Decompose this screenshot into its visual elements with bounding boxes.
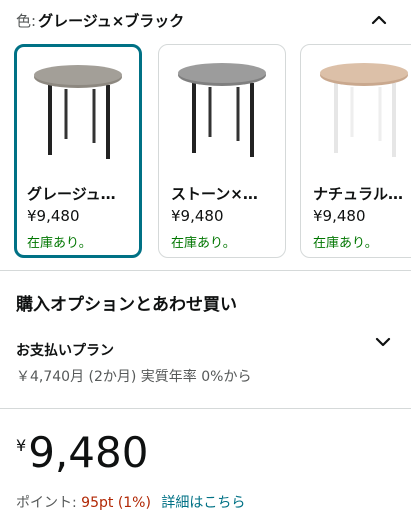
points-value: 95pt (1%) xyxy=(81,495,151,511)
product-price: ¥ 9,480 xyxy=(16,428,148,478)
points-label: ポイント: xyxy=(16,495,77,511)
price-currency-symbol: ¥ xyxy=(16,436,27,455)
table-image xyxy=(301,45,411,173)
options-section-title: 購入オプションとあわせ買い xyxy=(16,295,237,315)
section-divider xyxy=(0,270,411,271)
payment-plan-title: お支払いプラン xyxy=(16,343,114,359)
color-selector-header[interactable]: 色: グレージュ×ブラック xyxy=(16,8,395,32)
swatch-stock: 在庫あり。 xyxy=(27,236,92,251)
swatch-stock: 在庫あり。 xyxy=(313,236,378,251)
swatch-name: グレージュ… xyxy=(27,185,116,203)
selected-color-name: グレージュ×ブラック xyxy=(38,11,185,30)
payment-plan-subtitle: ￥4,740月 (2か月) 実質年率 0%から xyxy=(16,369,252,385)
swatch-natural[interactable]: ナチュラル… ¥9,480 在庫あり。 xyxy=(300,44,411,258)
points-row: ポイント: 95pt (1%) 詳細はこちら xyxy=(16,492,245,512)
swatch-name: ナチュラル… xyxy=(313,185,404,203)
chevron-down-icon[interactable] xyxy=(371,330,395,354)
price-amount: 9,480 xyxy=(28,428,149,477)
points-details-link[interactable]: 詳細はこちら xyxy=(161,495,245,511)
color-swatch-list[interactable]: グレージュ… ¥9,480 在庫あり。 ストーン×… ¥9,480 在庫あり。 xyxy=(0,44,411,262)
swatch-stock: 在庫あり。 xyxy=(171,236,236,251)
swatch-price: ¥9,480 xyxy=(171,207,224,225)
chevron-up-icon[interactable] xyxy=(367,8,391,32)
table-image xyxy=(17,47,139,175)
swatch-greige-black[interactable]: グレージュ… ¥9,480 在庫あり。 xyxy=(14,44,142,258)
swatch-stone-black[interactable]: ストーン×… ¥9,480 在庫あり。 xyxy=(158,44,286,258)
color-label: 色: xyxy=(16,11,37,30)
swatch-price: ¥9,480 xyxy=(27,207,80,225)
section-divider xyxy=(0,408,411,409)
swatch-name: ストーン×… xyxy=(171,185,258,203)
table-image xyxy=(159,45,285,173)
payment-plan-row[interactable]: お支払いプラン ￥4,740月 (2か月) 実質年率 0%から xyxy=(16,330,395,390)
swatch-price: ¥9,480 xyxy=(313,207,366,225)
